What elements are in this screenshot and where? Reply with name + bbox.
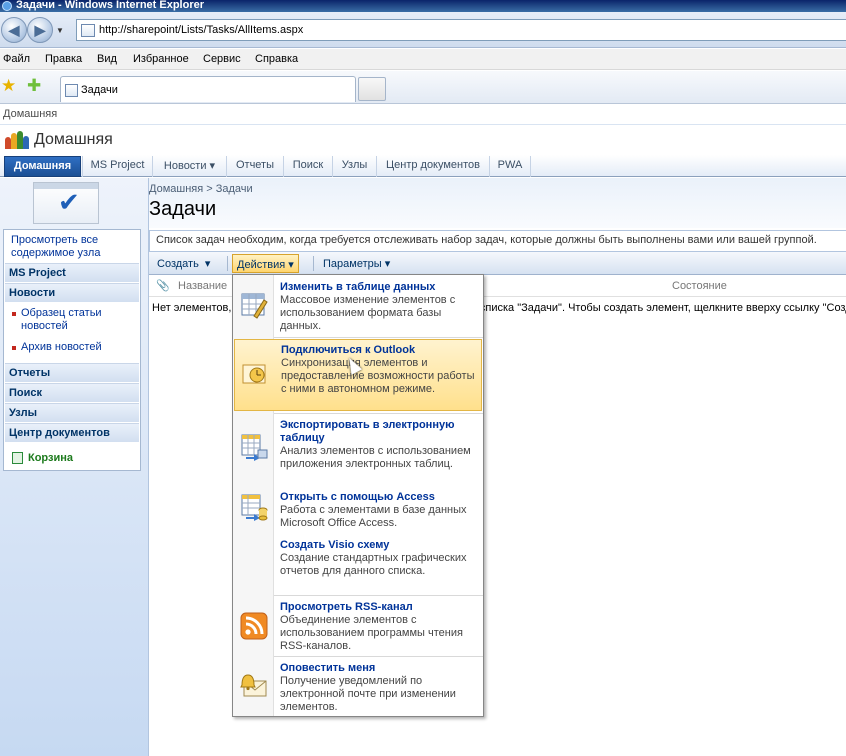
topnav-news[interactable]: Новости ▾ — [152, 156, 226, 177]
chevron-down-icon: ▾ — [285, 259, 294, 271]
visio-icon — [240, 535, 268, 563]
topnav-doc-center[interactable]: Центр документов — [376, 156, 489, 177]
nav-ms-project[interactable]: MS Project — [5, 263, 139, 282]
tasks-list-icon: ✔ — [33, 182, 99, 224]
topnav-home[interactable]: Домашняя — [4, 156, 81, 177]
list-description: Список задач необходим, когда требуется … — [149, 230, 846, 252]
nav-sites[interactable]: Узлы — [5, 403, 139, 422]
list-toolbar: Создать ▾ Действия ▾ Параметры ▾ — [149, 252, 846, 275]
site-title[interactable]: Домашняя — [34, 131, 113, 149]
browser-tab-label: Задачи — [81, 84, 118, 96]
column-name[interactable]: Название — [178, 280, 227, 292]
menu-item-export-spreadsheet[interactable]: Экспортировать в электронную таблицу Ана… — [234, 415, 482, 485]
divider — [0, 124, 846, 125]
page-breadcrumb[interactable]: Домашняя > Задачи — [149, 183, 253, 195]
new-tab-button[interactable] — [358, 77, 386, 101]
back-arrow-icon[interactable]: ◀ — [1, 17, 27, 43]
menu-edit[interactable]: Правка — [45, 53, 82, 65]
menu-separator — [274, 656, 483, 657]
nav-doc-center[interactable]: Центр документов — [5, 423, 139, 442]
ie-icon — [2, 1, 12, 11]
menu-separator — [274, 413, 483, 414]
tab-page-icon — [65, 84, 78, 97]
view-all-content-link[interactable]: Просмотреть все содержимое узла — [11, 234, 137, 260]
nav-news[interactable]: Новости — [5, 283, 139, 302]
attachment-icon: 📎 — [156, 280, 170, 292]
menu-separator — [274, 337, 483, 338]
menu-file[interactable]: Файл — [3, 53, 30, 65]
nav-reports[interactable]: Отчеты — [5, 363, 139, 382]
actions-menu-button[interactable]: Действия ▾ — [232, 254, 299, 273]
toolbar-separator — [313, 256, 314, 271]
access-icon — [241, 494, 268, 521]
address-bar-area: ◀ ▶ ▼ http://sharepoint/Lists/Tasks/AllI… — [0, 12, 846, 48]
quick-launch: Просмотреть все содержимое узла MS Proje… — [3, 229, 141, 471]
chevron-down-icon: ▾ — [381, 258, 391, 270]
nav-news-archive[interactable]: Архив новостей — [12, 341, 122, 354]
alert-icon — [240, 674, 267, 697]
toolbar-separator — [227, 256, 228, 271]
topnav-pwa[interactable]: PWA — [489, 156, 531, 177]
url-text: http://sharepoint/Lists/Tasks/AllItems.a… — [99, 24, 304, 36]
window-title: Задачи - Windows Internet Explorer — [16, 0, 205, 11]
menu-item-open-access[interactable]: Открыть с помощью Access Работа с элемен… — [234, 487, 482, 535]
rss-icon — [240, 612, 268, 640]
menu-item-create-visio[interactable]: Создать Visio схему Создание стандартных… — [234, 535, 482, 593]
create-menu-button[interactable]: Создать ▾ — [153, 254, 214, 273]
menu-help[interactable]: Справка — [255, 53, 298, 65]
topnav-search[interactable]: Поиск — [283, 156, 332, 177]
top-navigation: Домашняя MS Project Новости ▾ Отчеты Пои… — [0, 155, 846, 177]
topnav-reports[interactable]: Отчеты — [226, 156, 283, 177]
actions-dropdown: Изменить в таблице данных Массовое измен… — [232, 274, 484, 717]
menu-bar: Файл Правка Вид Избранное Сервис Справка — [0, 49, 846, 70]
settings-menu-button[interactable]: Параметры ▾ — [319, 254, 394, 273]
browser-tab-tasks[interactable]: Задачи — [60, 76, 356, 102]
menu-separator — [274, 595, 483, 596]
outlook-icon — [242, 364, 266, 384]
add-favorite-icon[interactable]: ✚ — [27, 76, 41, 96]
history-dropdown-icon[interactable]: ▼ — [56, 26, 64, 35]
spreadsheet-icon — [241, 434, 268, 461]
page-icon — [81, 24, 95, 37]
menu-view[interactable]: Вид — [97, 53, 117, 65]
global-breadcrumb[interactable]: Домашняя — [3, 108, 57, 120]
topnav-ms-project[interactable]: MS Project — [82, 156, 152, 177]
topnav-sites[interactable]: Узлы — [332, 156, 376, 177]
menu-item-view-rss[interactable]: Просмотреть RSS-канал Объединение элемен… — [234, 597, 482, 655]
tabs-bar: ★ ✚ Задачи — [0, 71, 846, 104]
forward-arrow-icon[interactable]: ▶ — [27, 17, 53, 43]
favorites-star-icon[interactable]: ★ — [1, 76, 16, 96]
column-state[interactable]: Состояние — [672, 280, 727, 292]
menu-item-edit-datasheet[interactable]: Изменить в таблице данных Массовое измен… — [234, 277, 482, 337]
bullet-icon — [12, 346, 16, 350]
nav-recycle-bin[interactable]: Корзина — [12, 452, 73, 464]
window-titlebar: Задачи - Windows Internet Explorer — [0, 0, 846, 12]
page-title: Задачи — [149, 198, 217, 220]
menu-tools[interactable]: Сервис — [203, 53, 241, 65]
menu-item-alert-me[interactable]: Оповестить меня Получение уведомлений по… — [234, 659, 482, 715]
site-logo-icon — [5, 131, 29, 149]
menu-favorites[interactable]: Избранное — [133, 53, 189, 65]
nav-search[interactable]: Поиск — [5, 383, 139, 402]
bullet-icon — [12, 312, 16, 316]
chevron-down-icon: ▾ — [198, 258, 211, 270]
recycle-bin-icon — [12, 452, 23, 464]
datasheet-icon — [241, 293, 268, 319]
menu-item-connect-outlook[interactable]: Подключиться к Outlook Синхронизация эле… — [234, 339, 482, 411]
nav-news-sample[interactable]: Образец статьи новостей — [12, 307, 122, 333]
address-input[interactable]: http://sharepoint/Lists/Tasks/AllItems.a… — [76, 19, 846, 41]
